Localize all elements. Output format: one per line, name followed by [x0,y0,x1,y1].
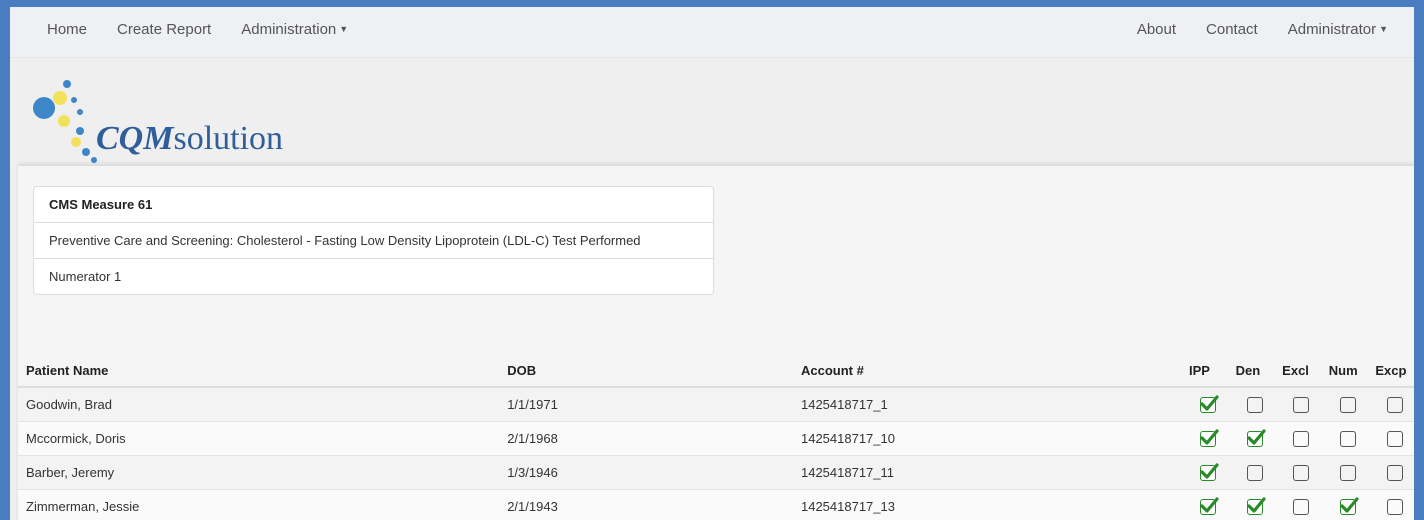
dob-cell: 1/3/1946 [499,455,793,490]
excp-unchecked-checkbox[interactable] [1386,430,1403,447]
patients-table: Patient Name DOB Account # IPP Den Excl … [18,354,1414,520]
header-excl[interactable]: Excl [1274,354,1321,388]
header-num[interactable]: Num [1320,354,1368,388]
patient-name-cell: Barber, Jeremy [18,455,500,490]
excp-unchecked-checkbox[interactable] [1386,464,1403,481]
den-cell [1227,386,1275,422]
excl-cell [1274,421,1321,456]
num-cell [1320,489,1368,520]
nav-home[interactable]: Home [47,21,87,38]
brand-logo-bold: CQM [96,120,174,157]
brand-logo[interactable]: CQMsolution [96,120,283,158]
excl-cell [1274,489,1321,520]
den-checked-checkbox[interactable] [1246,429,1266,447]
den-cell [1227,455,1275,490]
nav-administration-dropdown[interactable]: Administration ▼ [241,21,348,38]
den-unchecked-checkbox[interactable] [1246,464,1263,481]
caret-down-icon: ▼ [339,24,349,34]
excp-cell [1367,421,1414,456]
ipp-cell [1180,455,1228,490]
ipp-cell [1180,386,1228,422]
excp-unchecked-checkbox[interactable] [1386,498,1403,515]
excl-cell [1274,386,1321,422]
measure-description: Preventive Care and Screening: Cholester… [34,223,713,259]
account-cell: 1425418717_10 [792,421,1181,456]
account-cell: 1425418717_1 [792,386,1181,422]
den-cell [1227,421,1275,456]
header-dob[interactable]: DOB [499,354,793,388]
num-cell [1320,386,1368,422]
ipp-checked-checkbox[interactable] [1200,429,1219,447]
table-row[interactable]: Zimmerman, Jessie 2/1/1943 1425418717_13 [18,489,1414,520]
account-cell: 1425418717_13 [792,489,1181,520]
excp-unchecked-checkbox[interactable] [1386,396,1403,413]
dob-cell: 2/1/1943 [499,489,793,520]
nav-about[interactable]: About [1137,21,1176,38]
app-frame: Home Create Report Administration ▼ About… [10,7,1414,520]
nav-administrator-dropdown[interactable]: Administrator ▼ [1288,21,1388,38]
excl-cell [1274,455,1321,490]
num-unchecked-checkbox[interactable] [1340,430,1357,447]
excl-unchecked-checkbox[interactable] [1293,464,1310,481]
excl-unchecked-checkbox[interactable] [1293,396,1310,413]
caret-down-icon: ▼ [1379,24,1388,34]
dob-cell: 2/1/1968 [499,421,793,456]
table-row[interactable]: Goodwin, Brad 1/1/1971 1425418717_1 [18,386,1414,422]
nav-contact[interactable]: Contact [1206,21,1258,38]
header-patient-name[interactable]: Patient Name [18,354,500,388]
num-cell [1320,421,1368,456]
account-cell: 1425418717_11 [792,455,1181,490]
top-navbar: Home Create Report Administration ▼ About… [10,7,1414,58]
ipp-checked-checkbox[interactable] [1200,463,1219,481]
content-panel: CMS Measure 61 Preventive Care and Scree… [18,165,1414,520]
ipp-cell [1180,421,1228,456]
nav-administrator-label: Administrator [1287,21,1377,38]
excp-cell [1367,489,1414,520]
den-checked-checkbox[interactable] [1246,497,1266,515]
den-cell [1227,489,1275,520]
patient-name-cell: Goodwin, Brad [18,386,500,422]
measure-card: CMS Measure 61 Preventive Care and Scree… [33,186,714,295]
excl-unchecked-checkbox[interactable] [1293,498,1310,515]
nav-create-report[interactable]: Create Report [117,21,211,38]
brand-logo-rest: solution [173,120,284,157]
ipp-cell [1180,489,1228,520]
num-unchecked-checkbox[interactable] [1340,464,1357,481]
ipp-checked-checkbox[interactable] [1200,497,1219,515]
table-row[interactable]: Barber, Jeremy 1/3/1946 1425418717_11 [18,455,1414,490]
header-ipp[interactable]: IPP [1180,354,1228,388]
patient-name-cell: Zimmerman, Jessie [18,489,500,520]
measure-title: CMS Measure 61 [34,187,713,223]
nav-administration-label: Administration [241,21,337,38]
nav-left: Home Create Report Administration ▼ [47,21,378,38]
num-cell [1320,455,1368,490]
nav-right: About Contact Administrator ▼ [1107,21,1388,38]
table-row[interactable]: Mccormick, Doris 2/1/1968 1425418717_10 [18,421,1414,456]
num-checked-checkbox[interactable] [1340,497,1359,515]
header-den[interactable]: Den [1227,354,1275,388]
dob-cell: 1/1/1971 [499,386,793,422]
excp-cell [1367,386,1414,422]
den-unchecked-checkbox[interactable] [1246,396,1263,413]
brand-area: CQMsolution [10,58,1414,163]
table-header-row: Patient Name DOB Account # IPP Den Excl … [18,354,1414,388]
header-account[interactable]: Account # [792,354,1181,388]
measure-numerator: Numerator 1 [49,269,122,284]
num-unchecked-checkbox[interactable] [1340,396,1357,413]
excp-cell [1367,455,1414,490]
patient-name-cell: Mccormick, Doris [18,421,500,456]
header-excp[interactable]: Excp [1367,354,1414,388]
ipp-checked-checkbox[interactable] [1200,395,1219,413]
excl-unchecked-checkbox[interactable] [1293,430,1310,447]
